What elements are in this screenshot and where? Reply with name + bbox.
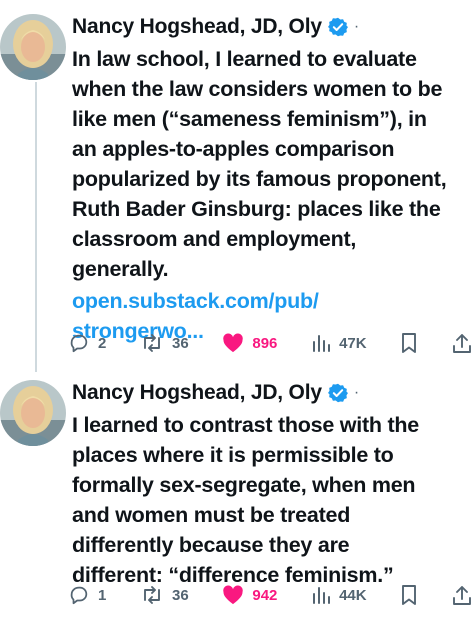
like-button[interactable]: 896 bbox=[222, 333, 277, 353]
reply-count: 1 bbox=[98, 586, 107, 604]
avatar[interactable] bbox=[0, 14, 66, 80]
separator-dot: · bbox=[353, 18, 360, 35]
action-bar: 2 36 896 47K bbox=[68, 328, 472, 358]
like-button[interactable]: 942 bbox=[222, 585, 277, 605]
like-count: 896 bbox=[252, 334, 278, 352]
bookmark-button[interactable] bbox=[400, 584, 418, 606]
repost-icon bbox=[140, 584, 164, 606]
post-1[interactable]: Nancy Hogshead, JD, Oly · In law school,… bbox=[0, 0, 474, 372]
post-header: Nancy Hogshead, JD, Oly · bbox=[72, 376, 466, 410]
reply-button[interactable]: 1 bbox=[68, 584, 106, 606]
post-text: In law school, I learned to evaluate whe… bbox=[72, 47, 447, 281]
heart-icon bbox=[222, 585, 244, 605]
like-count: 942 bbox=[252, 586, 278, 604]
author-name[interactable]: Nancy Hogshead, JD, Oly bbox=[72, 381, 322, 405]
share-button[interactable] bbox=[452, 584, 472, 606]
post-text: I learned to contrast those with the pla… bbox=[72, 413, 419, 587]
views-button[interactable]: 44K bbox=[311, 585, 367, 605]
reply-icon bbox=[68, 584, 90, 606]
thread-connector-line bbox=[35, 82, 37, 372]
share-icon bbox=[452, 584, 472, 606]
author-name[interactable]: Nancy Hogshead, JD, Oly bbox=[72, 15, 322, 39]
views-icon bbox=[311, 585, 331, 605]
bookmark-button[interactable] bbox=[400, 332, 418, 354]
view-count: 44K bbox=[339, 586, 367, 604]
repost-count: 36 bbox=[172, 334, 189, 352]
share-button[interactable] bbox=[452, 332, 472, 354]
post-content: Nancy Hogshead, JD, Oly · I learned to c… bbox=[72, 376, 466, 590]
post-2[interactable]: Nancy Hogshead, JD, Oly · I learned to c… bbox=[0, 370, 474, 628]
repost-count: 36 bbox=[172, 586, 189, 604]
views-button[interactable]: 47K bbox=[311, 333, 367, 353]
views-icon bbox=[311, 333, 331, 353]
post-header: Nancy Hogshead, JD, Oly · bbox=[72, 10, 466, 44]
view-count: 47K bbox=[339, 334, 367, 352]
verified-badge-icon bbox=[327, 17, 348, 37]
bookmark-icon bbox=[400, 332, 418, 354]
action-bar: 1 36 942 44K bbox=[68, 580, 472, 610]
reply-count: 2 bbox=[98, 334, 107, 352]
reply-icon bbox=[68, 332, 90, 354]
reply-button[interactable]: 2 bbox=[68, 332, 106, 354]
avatar[interactable] bbox=[0, 380, 66, 446]
post-content: Nancy Hogshead, JD, Oly · In law school,… bbox=[72, 10, 466, 346]
repost-button[interactable]: 36 bbox=[140, 584, 189, 606]
separator-dot: · bbox=[353, 384, 360, 401]
bookmark-icon bbox=[400, 584, 418, 606]
repost-icon bbox=[140, 332, 164, 354]
share-icon bbox=[452, 332, 472, 354]
repost-button[interactable]: 36 bbox=[140, 332, 189, 354]
verified-badge-icon bbox=[327, 383, 348, 403]
heart-icon bbox=[222, 333, 244, 353]
